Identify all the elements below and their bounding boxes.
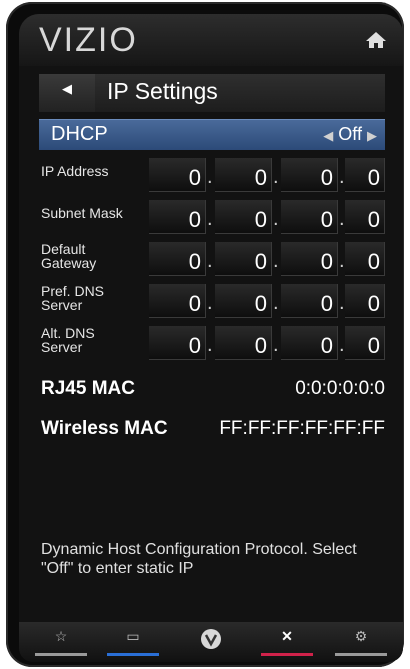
pref-dns-label: Pref. DNS Server [41, 283, 105, 313]
octet-field[interactable]: 0 [345, 284, 385, 318]
vizio-logo: VIZIO [39, 21, 138, 59]
octet-dot: . [273, 208, 279, 230]
bottom-bar: ☆ ▭ ✕ ⚙ [19, 622, 403, 662]
rj45-mac-value: 0:0:0:0:0:0 [295, 378, 385, 399]
input-button[interactable]: ▭ [103, 628, 163, 656]
favorites-button[interactable]: ☆ [31, 628, 91, 656]
octet-dot: . [273, 166, 279, 188]
dhcp-label: DHCP [51, 123, 108, 145]
octet-field[interactable]: 0 [281, 242, 338, 276]
octet-dot: . [339, 166, 345, 188]
octet-field[interactable]: 0 [149, 158, 206, 192]
octet-field[interactable]: 0 [281, 326, 338, 360]
alt-dns-label: Alt. DNS Server [41, 325, 95, 355]
subnet-mask-label: Subnet Mask [41, 205, 123, 221]
chevron-left-icon[interactable]: ◀ [323, 128, 333, 143]
gear-icon: ⚙ [354, 628, 368, 644]
rj45-mac-label: RJ45 MAC [41, 378, 135, 399]
star-underline [35, 653, 87, 656]
vizio-button[interactable] [181, 628, 241, 656]
octet-field[interactable]: 0 [215, 200, 272, 234]
octet-dot: . [207, 334, 213, 356]
exit-button[interactable]: ✕ [257, 628, 317, 656]
back-arrow-icon: ◀ [62, 81, 72, 96]
octet-field[interactable]: 0 [215, 242, 272, 276]
star-icon: ☆ [54, 628, 68, 644]
subnet-mask-row: Subnet Mask 0 . 0 . 0 . 0 [39, 200, 385, 236]
octet-dot: . [273, 334, 279, 356]
alt-dns-row: Alt. DNS Server 0 . 0 . 0 . 0 [39, 326, 385, 362]
octet-dot: . [207, 208, 213, 230]
home-icon[interactable] [365, 30, 387, 50]
octet-dot: . [339, 250, 345, 272]
octet-dot: . [339, 208, 345, 230]
octet-field[interactable]: 0 [281, 158, 338, 192]
rj45-mac-row: RJ45 MAC 0:0:0:0:0:0 [41, 378, 385, 400]
input-icon: ▭ [126, 628, 140, 644]
octet-field[interactable]: 0 [149, 284, 206, 318]
octet-field[interactable]: 0 [281, 200, 338, 234]
back-button[interactable]: ◀ [39, 74, 95, 112]
dhcp-value-selector[interactable]: ◀ Off ▶ [323, 124, 377, 145]
dhcp-value: Off [338, 124, 362, 144]
ip-address-row: IP Address 0 . 0 . 0 . 0 [39, 158, 385, 194]
octet-field[interactable]: 0 [149, 200, 206, 234]
wireless-mac-value: FF:FF:FF:FF:FF:FF [219, 418, 385, 439]
top-bar: VIZIO [19, 14, 403, 66]
default-gateway-label: Default Gateway [41, 241, 97, 271]
pref-dns-row: Pref. DNS Server 0 . 0 . 0 . 0 [39, 284, 385, 320]
close-x-icon: ✕ [281, 628, 293, 644]
octet-field[interactable]: 0 [215, 158, 272, 192]
page-title: IP Settings [107, 78, 218, 104]
octet-field[interactable]: 0 [149, 326, 206, 360]
octet-field[interactable]: 0 [345, 326, 385, 360]
octet-dot: . [273, 250, 279, 272]
input-underline [107, 653, 159, 656]
octet-field[interactable]: 0 [149, 242, 206, 276]
settings-underline [335, 653, 387, 656]
octet-dot: . [339, 334, 345, 356]
ip-address-label: IP Address [41, 163, 109, 179]
octet-field[interactable]: 0 [215, 326, 272, 360]
wireless-mac-row: Wireless MAC FF:FF:FF:FF:FF:FF [41, 418, 385, 440]
help-text: Dynamic Host Configuration Protocol. Sel… [41, 541, 357, 577]
dhcp-row[interactable]: DHCP ◀ Off ▶ [39, 119, 385, 150]
octet-dot: . [339, 292, 345, 314]
chevron-right-icon[interactable]: ▶ [367, 128, 377, 143]
octet-field[interactable]: 0 [345, 200, 385, 234]
title-bar: ◀ IP Settings [39, 74, 385, 112]
settings-screen: VIZIO ◀ IP Settings DHCP ◀ Off ▶ IP Addr… [19, 14, 403, 662]
vizio-v-icon [201, 629, 221, 649]
octet-field[interactable]: 0 [345, 242, 385, 276]
default-gateway-row: Default Gateway 0 . 0 . 0 . 0 [39, 242, 385, 278]
settings-button[interactable]: ⚙ [331, 628, 391, 656]
octet-dot: . [207, 250, 213, 272]
octet-field[interactable]: 0 [281, 284, 338, 318]
octet-dot: . [207, 166, 213, 188]
octet-dot: . [207, 292, 213, 314]
wireless-mac-label: Wireless MAC [41, 418, 168, 439]
octet-field[interactable]: 0 [215, 284, 272, 318]
octet-field[interactable]: 0 [345, 158, 385, 192]
exit-underline [261, 653, 313, 656]
octet-dot: . [273, 292, 279, 314]
